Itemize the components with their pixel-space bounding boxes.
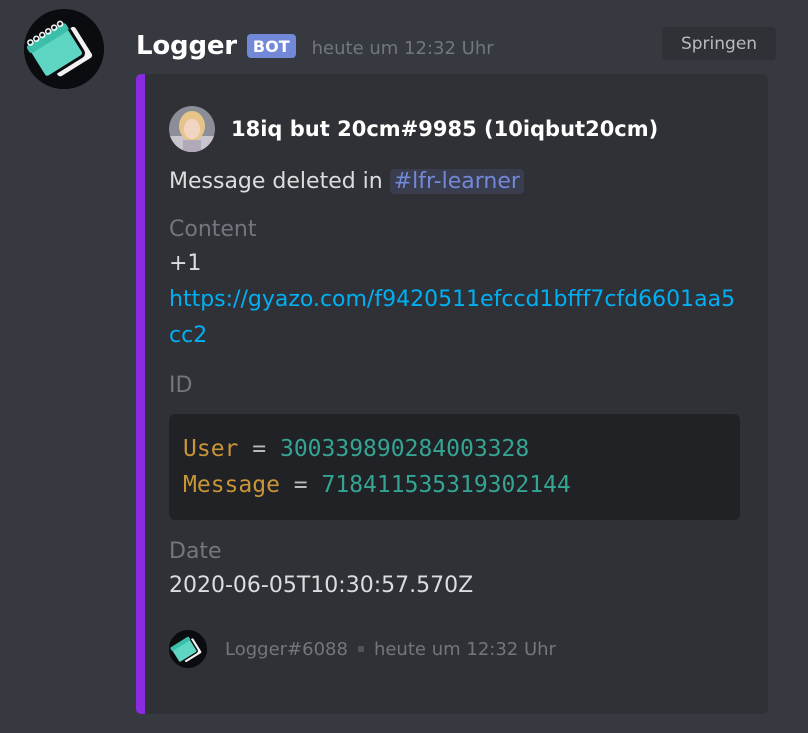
jump-button[interactable]: Springen <box>662 27 776 60</box>
code-equals: = <box>293 472 308 498</box>
field-value-date: 2020-06-05T10:30:57.570Z <box>169 573 474 598</box>
embed-content: 18iq but 20cm#9985 (10iqbut20cm) Message… <box>169 104 740 668</box>
code-line-message: Message = 718411535319302144 <box>183 467 726 503</box>
embed-description: Message deleted in #lfr-learner <box>169 166 740 198</box>
footer-text: Logger#6088 <box>225 638 348 660</box>
embed: 18iq but 20cm#9985 (10iqbut20cm) Message… <box>136 74 768 714</box>
code-line-user: User = 300339890284003328 <box>183 431 726 467</box>
content-text: +1 <box>169 251 202 276</box>
field-name-content: Content <box>169 217 257 242</box>
bot-tag: BOT <box>246 34 296 58</box>
field-name-id: ID <box>169 373 193 398</box>
user-avatar-icon <box>169 106 215 152</box>
footer-separator <box>357 646 364 652</box>
chat-message: Logger BOT heute um 12:32 Uhr Springen 1… <box>0 0 808 733</box>
description-text: Message deleted in <box>169 169 390 194</box>
notepad-icon <box>169 630 207 668</box>
footer-timestamp: heute um 12:32 Uhr <box>373 638 556 660</box>
bot-avatar[interactable] <box>24 9 104 89</box>
code-value-user: 300339890284003328 <box>279 436 530 462</box>
embed-footer: Logger#6088 heute um 12:32 Uhr <box>169 630 740 668</box>
message-timestamp: heute um 12:32 Uhr <box>311 37 494 59</box>
code-equals: = <box>252 436 267 462</box>
code-key-user: User <box>183 436 239 462</box>
embed-author-name[interactable]: 18iq but 20cm#9985 (10iqbut20cm) <box>231 117 658 141</box>
id-codeblock: User = 300339890284003328 Message = 7184… <box>169 414 740 520</box>
notepad-icon <box>24 9 104 89</box>
embed-author: 18iq but 20cm#9985 (10iqbut20cm) <box>169 104 740 154</box>
message-header: Logger BOT heute um 12:32 Uhr <box>136 28 494 64</box>
field-name-date: Date <box>169 539 222 564</box>
content-link[interactable]: https://gyazo.com/f9420511efccd1bfff7cfd… <box>169 282 740 354</box>
code-key-message: Message <box>183 472 280 498</box>
field-value-content: +1 https://gyazo.com/f9420511efccd1bfff7… <box>169 246 740 354</box>
embed-color-bar <box>136 74 145 714</box>
author-name[interactable]: Logger <box>136 31 237 61</box>
channel-mention[interactable]: #lfr-learner <box>389 169 524 194</box>
code-value-message: 718411535319302144 <box>321 472 571 498</box>
